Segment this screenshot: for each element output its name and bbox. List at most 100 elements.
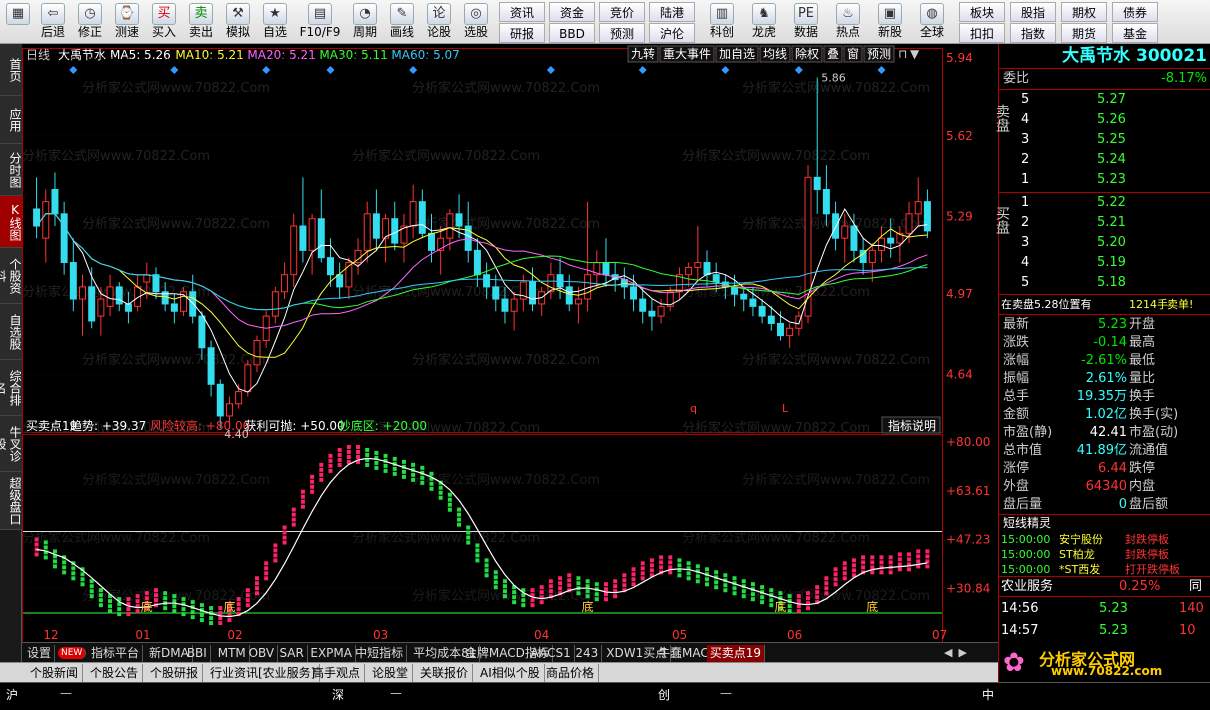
toolbar-grid2-1-2[interactable]: 期货 <box>1061 23 1107 43</box>
toolbar-btn-9[interactable]: ◔ 周期 <box>347 0 383 43</box>
toolbar-btn-11[interactable]: 论论股 <box>421 0 457 43</box>
arrow-left-icon[interactable]: ◀ <box>944 646 952 659</box>
buy-level-3[interactable]: 3 5.20 <box>999 234 1210 252</box>
leftnav-item-4[interactable]: 个股资料 <box>0 248 22 304</box>
indicator-tab-2[interactable]: 指标平台 <box>88 645 144 662</box>
toolbar-grid-1-0[interactable]: 研报 <box>499 23 545 43</box>
chart-btn-6[interactable]: 窗 <box>847 47 859 61</box>
toolbar-grid2-0-0[interactable]: 板块 <box>959 2 1005 22</box>
chart-btn-4[interactable]: 除权 <box>795 46 819 61</box>
leftnav-item-8[interactable]: 超级盘口 <box>0 472 22 530</box>
spirit-row[interactable]: 15:00:00 安宁股份 封跌停板 <box>999 532 1210 547</box>
buy-level-2[interactable]: 2 5.21 <box>999 214 1210 232</box>
leftnav-item-7[interactable]: 牛叉诊股 <box>0 416 22 472</box>
kline-svg[interactable]: 分析家公式网www.70822.Com 分析家公式网www.70822.Com 分析… <box>22 44 998 643</box>
toolbar2-btn-5[interactable]: ◍ 全球 <box>913 0 951 43</box>
toolbar2-btn-0[interactable]: ▥ 科创 <box>703 0 741 43</box>
sell-level-2[interactable]: 2 5.24 <box>999 151 1210 169</box>
chart-btn-0[interactable]: 九转 <box>631 46 655 61</box>
chart-btn-1[interactable]: 重大事件 <box>663 47 711 61</box>
indicator-tab-6[interactable]: OBV <box>246 645 279 662</box>
info-tab-3[interactable]: 行业资讯[农业服务] <box>206 664 321 682</box>
info-tab-4[interactable]: 高手观点 <box>308 664 366 682</box>
toolbar-btn-10[interactable]: ✎ 画线 <box>384 0 420 43</box>
toolbar-grid2-0-2[interactable]: 期权 <box>1061 2 1107 22</box>
leftnav-item-6[interactable]: 综合排名 <box>0 360 22 416</box>
stat-row: 总手 19.35万 换手 <box>999 388 1210 406</box>
spirit-row[interactable]: 15:00:00 ST柏龙 封跌停板 <box>999 547 1210 562</box>
buy-level-1[interactable]: 1 5.22 <box>999 194 1210 212</box>
toolbar-btn-0[interactable]: ▦ <box>2 0 34 43</box>
leftnav-item-0[interactable]: 首页 <box>0 44 22 96</box>
indicator-explain-label[interactable]: 指标说明 <box>888 418 936 433</box>
toolbar-grid2-1-0[interactable]: 扣扣 <box>959 23 1005 43</box>
toolbar-grid-0-1[interactable]: 资金 <box>549 2 595 22</box>
info-tab-2[interactable]: 个股研报 <box>146 664 204 682</box>
toolbar2-btn-3[interactable]: ♨ 热点 <box>829 0 867 43</box>
bottom-signal-label: 底 <box>582 599 594 614</box>
toolbar2-btn-1[interactable]: ♞ 龙虎 <box>745 0 783 43</box>
toolbar-grid-1-2[interactable]: 预测 <box>599 23 645 43</box>
indicator-tab-12[interactable]: AACS1 <box>528 645 575 662</box>
toolbar-btn-8[interactable]: ▤ F10/F9 <box>294 0 346 43</box>
toolbar-btn-7[interactable]: ★ 自选 <box>257 0 293 43</box>
sell-level-5[interactable]: 5 5.27 <box>999 91 1210 109</box>
leftnav-item-1[interactable]: 应用 <box>0 96 22 144</box>
buy-level-5[interactable]: 5 5.18 <box>999 274 1210 292</box>
toolbar-btn-4[interactable]: 买买入 <box>146 0 182 43</box>
sell-level-3[interactable]: 3 5.25 <box>999 131 1210 149</box>
toolbar-btn-2[interactable]: ◷ 修正 <box>72 0 108 43</box>
info-tab-8[interactable]: 商品价格 <box>542 664 600 682</box>
indicator-tab-13[interactable]: 243 <box>572 645 603 662</box>
sell-level-4[interactable]: 4 5.26 <box>999 111 1210 129</box>
toolbar-btn-3[interactable]: ⌚ 测速 <box>109 0 145 43</box>
leftnav-item-5[interactable]: 自选股 <box>0 304 22 360</box>
buy-level-4[interactable]: 4 5.19 <box>999 254 1210 272</box>
sector-row[interactable]: 农业服务 0.25% 同 <box>999 578 1210 596</box>
indicator-tab-0[interactable]: 设置 <box>24 645 56 662</box>
kline-chart-area[interactable]: 分析家公式网www.70822.Com 分析家公式网www.70822.Com 分析… <box>22 44 998 643</box>
info-tab-0[interactable]: 个股新闻 <box>26 664 84 682</box>
toolbar-grid-0-2[interactable]: 竞价 <box>599 2 645 22</box>
lock-icon[interactable]: ⊓ <box>898 47 907 61</box>
indicator-tab-16[interactable]: 买卖点19 <box>706 645 766 662</box>
indicator-tab-9[interactable]: 中短指标 <box>352 645 408 662</box>
toolbar-grid2-1-1[interactable]: 指数 <box>1010 23 1056 43</box>
chart-btn-2[interactable]: 加自选 <box>719 47 755 61</box>
toolbar-grid-0-0[interactable]: 资讯 <box>499 2 545 22</box>
info-tab-7[interactable]: AI相似个股 <box>476 664 545 682</box>
toolbar-btn-12[interactable]: ◎ 选股 <box>458 0 494 43</box>
signal-bar <box>356 454 361 459</box>
spirit-row[interactable]: 15:00:00 *ST西发 打开跌停板 <box>999 562 1210 577</box>
toolbar-grid2-1-3[interactable]: 基金 <box>1112 23 1158 43</box>
signal-bar <box>558 586 563 591</box>
arrow-right-icon[interactable]: ▶ <box>958 646 966 659</box>
indicator-tab-1[interactable]: NEW <box>58 647 87 659</box>
toolbar-grid2-0-3[interactable]: 债券 <box>1112 2 1158 22</box>
leftnav-item-2[interactable]: 分时图 <box>0 144 22 196</box>
toolbar-btn-1[interactable]: ⇦ 后退 <box>35 0 71 43</box>
info-tab-6[interactable]: 关联报价 <box>416 664 474 682</box>
indicator-tab-7[interactable]: SAR <box>276 645 308 662</box>
signal-bar <box>34 537 39 542</box>
toolbar-grid-0-3[interactable]: 陆港 <box>649 2 695 22</box>
toolbar-grid-1-3[interactable]: 沪伦 <box>649 23 695 43</box>
toolbar-grid-1-1[interactable]: BBD <box>549 23 595 43</box>
leftnav-item-3[interactable]: K线图 <box>0 196 22 248</box>
toolbar2-btn-2[interactable]: PE 数据 <box>787 0 825 43</box>
sell-level-1[interactable]: 1 5.23 <box>999 171 1210 189</box>
info-tab-5[interactable]: 论股堂 <box>368 664 414 682</box>
tab-scroll[interactable]: ◀ ▶ <box>944 645 996 661</box>
toolbar2-btn-4[interactable]: ▣ 新股 <box>871 0 909 43</box>
toolbar-grid2-0-1[interactable]: 股指 <box>1010 2 1056 22</box>
chart-btn-3[interactable]: 均线 <box>763 47 787 61</box>
info-tab-1[interactable]: 个股公告 <box>86 664 144 682</box>
indicator-tab-4[interactable]: BBI <box>184 645 211 662</box>
toolbar-btn-5[interactable]: 卖卖出 <box>183 0 219 43</box>
arrow-down-icon[interactable]: ▼ <box>910 47 920 61</box>
chart-btn-7[interactable]: 预测 <box>867 47 891 61</box>
indicator-tab-5[interactable]: MTM <box>215 645 250 662</box>
chart-btn-5[interactable]: 叠 <box>827 47 839 61</box>
toolbar-btn-6[interactable]: ⚒ 模拟 <box>220 0 256 43</box>
indicator-tab-8[interactable]: EXPMA <box>307 645 356 662</box>
